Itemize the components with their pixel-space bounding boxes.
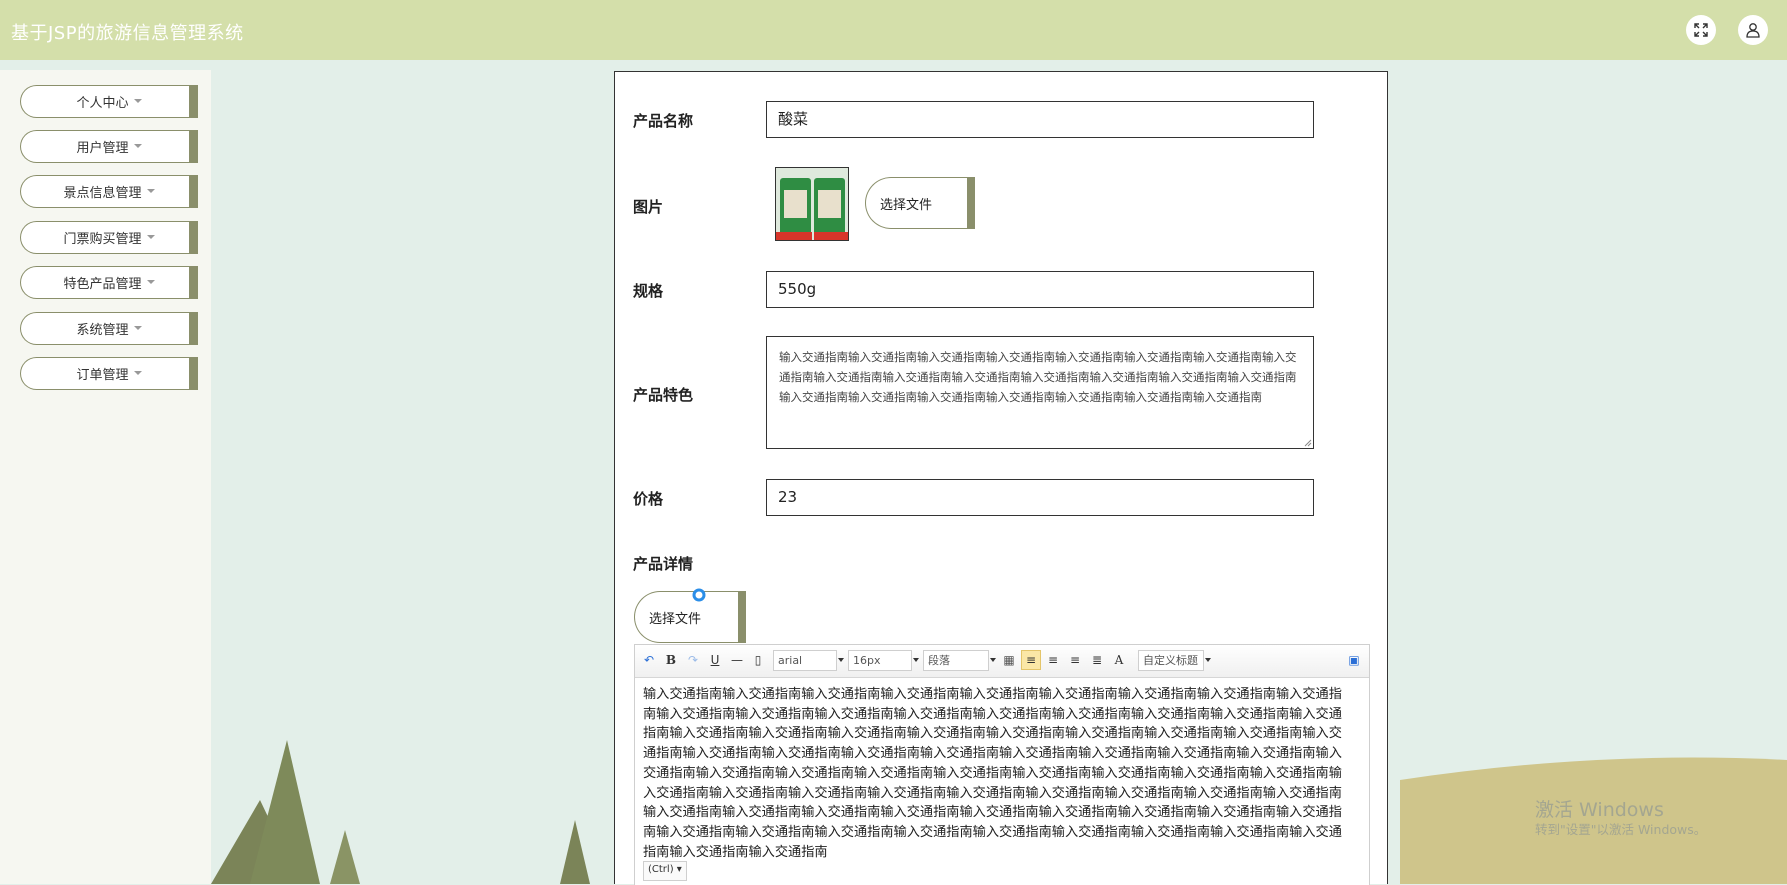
- editor-toolbar: ↶ B ↷ U — ▯ arial 16px 段落 ▦ ≡ ≡ ≡ ≣ A 自定…: [635, 645, 1369, 678]
- chevron-down-icon: [1205, 658, 1211, 662]
- editor-content[interactable]: 输入交通指南输入交通指南输入交通指南输入交通指南输入交通指南输入交通指南输入交通…: [643, 685, 1355, 862]
- top-header: 基于JSP的旅游信息管理系统: [0, 0, 1787, 60]
- paste-options[interactable]: (Ctrl) ▾: [643, 861, 687, 881]
- sidebar-item-label: 订单管理: [76, 368, 129, 383]
- chevron-down-icon: [133, 143, 142, 148]
- sidebar-item-system[interactable]: 系统管理: [20, 312, 198, 345]
- sidebar-item-scenic-spots[interactable]: 景点信息管理: [20, 175, 198, 208]
- custom-title-value: 自定义标题: [1143, 654, 1198, 667]
- align-right-icon[interactable]: ≡: [1045, 652, 1061, 668]
- chevron-down-icon: [146, 188, 155, 193]
- sidebar-item-label: 景点信息管理: [63, 186, 142, 201]
- align-justify-icon[interactable]: ≣: [1089, 652, 1105, 668]
- rich-text-editor: ↶ B ↷ U — ▯ arial 16px 段落 ▦ ≡ ≡ ≡ ≣ A 自定…: [634, 644, 1370, 885]
- spec-input[interactable]: 550g: [766, 271, 1314, 308]
- chevron-down-icon: [913, 658, 919, 662]
- font-color-icon[interactable]: A: [1111, 652, 1127, 668]
- activation-watermark-subtitle: 转到"设置"以激活 Windows。: [1535, 822, 1707, 837]
- price-input[interactable]: 23: [766, 479, 1314, 516]
- image-file-button[interactable]: 选择文件: [865, 177, 975, 229]
- document-icon[interactable]: ▯: [750, 652, 766, 668]
- sidebar-item-label: 门票购买管理: [63, 232, 142, 247]
- fullscreen-button[interactable]: [1686, 15, 1716, 45]
- product-image-thumbnail: [775, 167, 849, 241]
- chevron-down-icon: [133, 98, 142, 103]
- undo-icon[interactable]: ↶: [641, 652, 657, 668]
- sidebar-item-label: 用户管理: [76, 141, 129, 156]
- sidebar-item-user-management[interactable]: 用户管理: [20, 130, 198, 163]
- spec-label: 规格: [633, 282, 664, 300]
- font-size-value: 16px: [853, 654, 881, 667]
- resize-grip-icon[interactable]: [1304, 439, 1312, 447]
- paragraph-value: 段落: [928, 654, 950, 667]
- feature-textarea[interactable]: 输入交通指南输入交通指南输入交通指南输入交通指南输入交通指南输入交通指南输入交通…: [766, 336, 1314, 449]
- chevron-down-icon: [990, 658, 996, 662]
- image-label: 图片: [633, 198, 664, 216]
- detail-label: 产品详情: [633, 555, 694, 573]
- product-form-panel: 产品名称 酸菜 图片 选择文件 规格 550g 产品特色 输入交通指南输入交通指…: [614, 71, 1388, 885]
- fullscreen-icon: [1694, 23, 1708, 37]
- sidebar: 个人中心 用户管理 景点信息管理 门票购买管理 特色产品管理 系统管理 订单管理: [0, 70, 211, 884]
- user-button[interactable]: [1738, 15, 1768, 45]
- horizontal-rule-icon[interactable]: —: [729, 652, 745, 668]
- chevron-down-icon: [146, 279, 155, 284]
- sidebar-item-label: 个人中心: [76, 96, 129, 111]
- chevron-down-icon: [133, 370, 142, 375]
- font-family-value: arial: [778, 654, 803, 667]
- bold-icon[interactable]: B: [663, 652, 679, 668]
- app-title: 基于JSP的旅游信息管理系统: [11, 23, 244, 44]
- paste-options-label: (Ctrl): [648, 864, 674, 875]
- activation-watermark-title: 激活 Windows: [1535, 799, 1664, 821]
- price-label: 价格: [633, 490, 664, 508]
- chevron-down-icon: [838, 658, 844, 662]
- paragraph-select[interactable]: 段落: [923, 650, 996, 671]
- sidebar-item-personal-center[interactable]: 个人中心: [20, 85, 198, 118]
- cursor-indicator-icon: [692, 588, 706, 602]
- product-name-label: 产品名称: [633, 112, 694, 130]
- chevron-down-icon: [133, 325, 142, 330]
- chevron-down-icon: [146, 234, 155, 239]
- preview-icon[interactable]: ▣: [1346, 652, 1362, 668]
- table-icon[interactable]: ▦: [1001, 652, 1017, 668]
- sidebar-item-label: 特色产品管理: [63, 277, 142, 292]
- sidebar-item-products[interactable]: 特色产品管理: [20, 266, 198, 299]
- align-left-icon[interactable]: ≡: [1021, 650, 1041, 670]
- redo-icon[interactable]: ↷: [685, 652, 701, 668]
- sidebar-item-tickets[interactable]: 门票购买管理: [20, 221, 198, 254]
- sidebar-item-orders[interactable]: 订单管理: [20, 357, 198, 390]
- user-icon: [1746, 23, 1760, 38]
- font-family-select[interactable]: arial: [773, 650, 844, 671]
- detail-file-button[interactable]: 选择文件: [634, 591, 746, 643]
- align-center-icon[interactable]: ≡: [1067, 652, 1083, 668]
- feature-label: 产品特色: [633, 386, 694, 404]
- custom-title-select[interactable]: 自定义标题: [1138, 650, 1211, 671]
- sidebar-item-label: 系统管理: [76, 323, 129, 338]
- feature-text: 输入交通指南输入交通指南输入交通指南输入交通指南输入交通指南输入交通指南输入交通…: [779, 350, 1297, 404]
- product-name-input[interactable]: 酸菜: [766, 101, 1314, 138]
- font-size-select[interactable]: 16px: [848, 650, 919, 671]
- underline-icon[interactable]: U: [707, 652, 723, 668]
- file-button-label: 选择文件: [880, 197, 933, 213]
- file-button-label: 选择文件: [649, 611, 702, 627]
